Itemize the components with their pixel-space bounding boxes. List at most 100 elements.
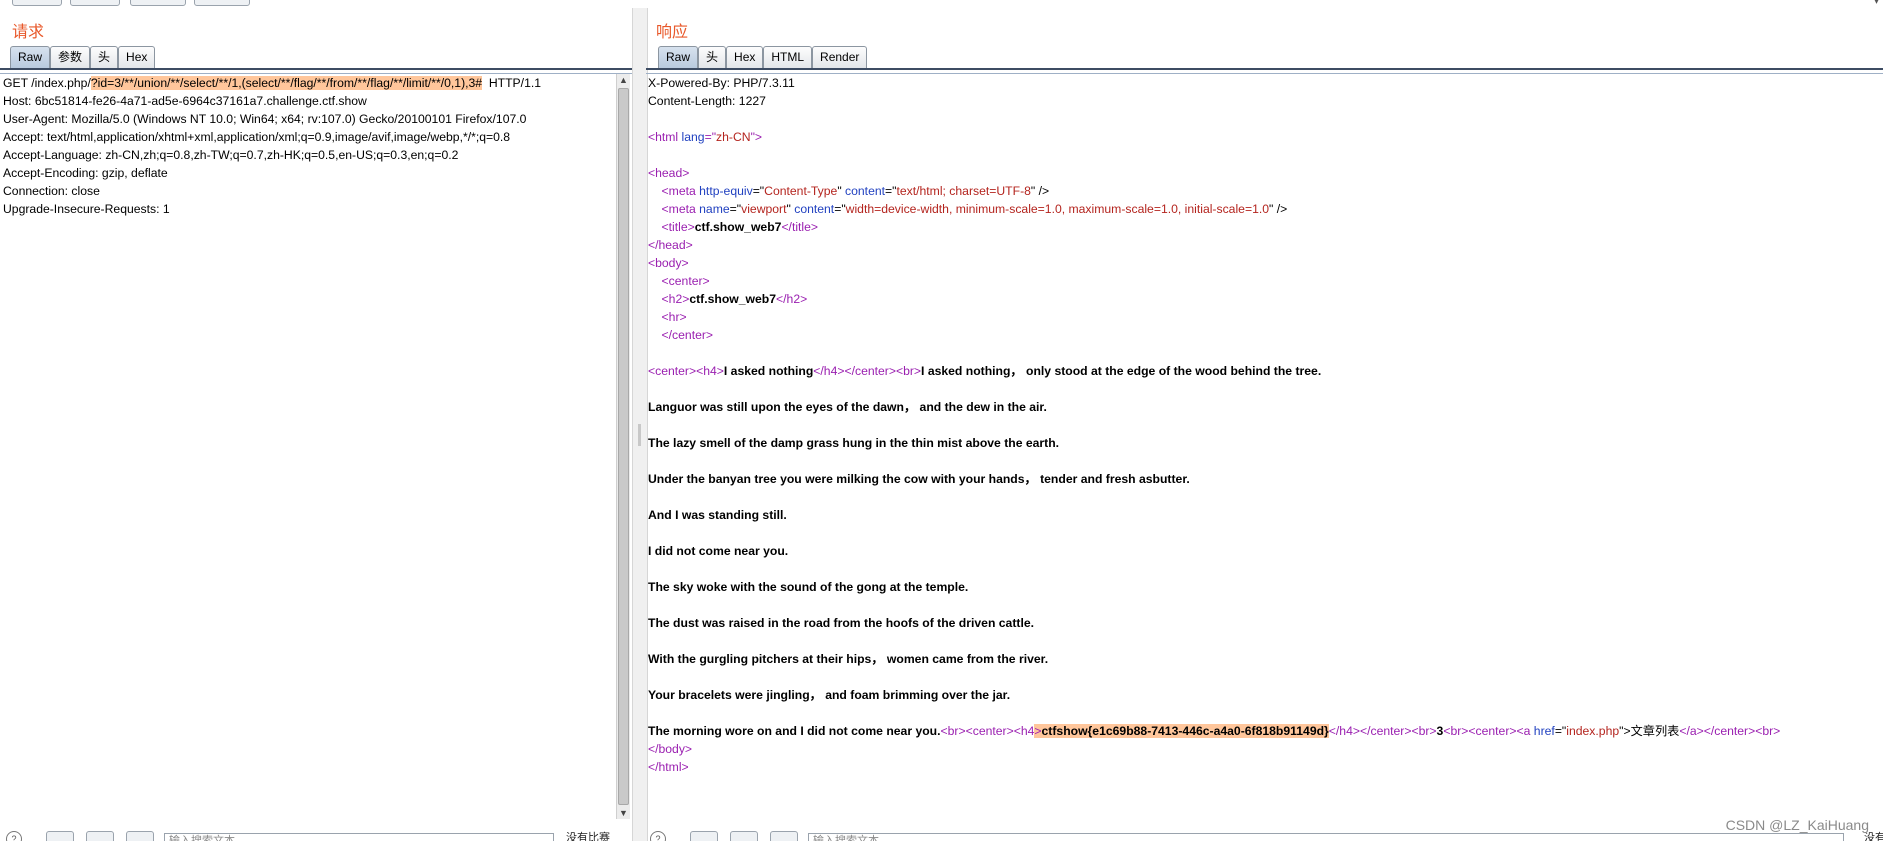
toolbar-button[interactable] <box>130 0 186 6</box>
line-segment: </h4></center><br> <box>1328 724 1437 738</box>
request-pane: 请求 Raw 参数头 Hex GET /index.php/?id=3/**/uni… <box>0 8 632 841</box>
toolbar-button[interactable] <box>70 0 120 6</box>
tab-response-0[interactable]: Raw <box>658 46 699 68</box>
line-segment: X-Powered-By: PHP/7.3.11 <box>648 76 795 90</box>
line-segment: I did not come near you. <box>648 544 789 558</box>
line-segment: And I was standing still. <box>648 508 787 522</box>
response-tabs: Raw 头 Hex HTML Render <box>658 46 868 68</box>
toolbar-button[interactable] <box>194 0 250 6</box>
response-line: Languor was still upon the eyes of the d… <box>648 398 1883 416</box>
tab-response-4[interactable]: Render <box>812 46 868 68</box>
line-segment <box>648 292 662 306</box>
search-options-button[interactable] <box>86 831 114 841</box>
line-segment: Connection: close <box>3 184 100 198</box>
help-icon[interactable]: ? <box>650 831 666 841</box>
line-segment <box>648 202 662 216</box>
line-segment: text/html; charset=UTF-8 <box>896 184 1031 198</box>
tab-request-3[interactable]: Hex <box>118 46 156 68</box>
line-segment: content <box>845 184 886 198</box>
tab-request-2[interactable]: 头 <box>90 46 119 68</box>
response-line <box>648 146 1883 164</box>
line-segment: </h4></center><br> <box>813 364 922 378</box>
response-line: Your bracelets were jingling， and foam b… <box>648 686 1883 704</box>
line-segment: </center> <box>661 328 714 342</box>
search-prev-button[interactable] <box>46 831 74 841</box>
tab-response-2[interactable]: Hex <box>726 46 764 68</box>
line-segment: </title> <box>781 220 819 234</box>
line-segment: <meta <box>661 202 700 216</box>
response-line <box>648 632 1883 650</box>
line-segment: Under the banyan tree you were milking t… <box>648 472 1190 486</box>
line-segment: The lazy smell of the damp grass hung in… <box>648 436 1060 450</box>
request-title: 请求 <box>12 24 45 41</box>
line-segment: Upgrade-Insecure-Requests: 1 <box>3 202 170 216</box>
search-next-button[interactable] <box>770 831 798 841</box>
response-title: 响应 <box>656 24 689 41</box>
line-segment: content <box>794 202 835 216</box>
tab-request-0[interactable]: Raw <box>10 46 51 68</box>
line-segment: <hr> <box>661 310 687 324</box>
line-segment: index.php <box>1566 724 1620 738</box>
line-segment: <head> <box>648 166 690 180</box>
scroll-up-icon[interactable]: ▲ <box>617 74 630 86</box>
line-segment: ctf.show_web7 <box>689 292 777 306</box>
response-line: The dust was raised in the road from the… <box>648 614 1883 632</box>
search-prev-button[interactable] <box>690 831 718 841</box>
line-segment: name <box>699 202 730 216</box>
tab-request-1[interactable]: 参数 <box>50 46 91 68</box>
help-icon[interactable]: ? <box>6 831 22 841</box>
line-segment: </head> <box>648 238 693 252</box>
line-segment: Host: 6bc51814-fe26-4a71-ad5e-6964c37161… <box>3 94 367 108</box>
splitter-grip[interactable] <box>638 424 641 446</box>
response-line <box>648 344 1883 362</box>
response-line: The sky woke with the sound of the gong … <box>648 578 1883 596</box>
request-vertical-scrollbar[interactable]: ▲ ▼ <box>616 74 630 819</box>
request-line: GET /index.php/?id=3/**/union/**/select/… <box>3 74 616 92</box>
line-segment: =" <box>729 202 742 216</box>
response-line: </body> <box>648 740 1883 758</box>
request-line: Connection: close <box>3 182 616 200</box>
request-editor[interactable]: GET /index.php/?id=3/**/union/**/select/… <box>0 74 616 819</box>
expand-icon[interactable]: ▾ <box>1874 0 1879 7</box>
tab-response-1[interactable]: 头 <box>698 46 727 68</box>
response-search-bar: ? 输入搜索文本 没有比赛 <box>646 827 1883 841</box>
scrollbar-thumb[interactable] <box>618 88 629 805</box>
response-line <box>648 596 1883 614</box>
scroll-down-icon[interactable]: ▼ <box>617 807 630 819</box>
line-segment: Accept: text/html,application/xhtml+xml,… <box>3 130 511 144</box>
line-segment <box>648 220 662 234</box>
response-line: <html lang="zh-CN"> <box>648 128 1883 146</box>
request-tabs: Raw 参数头 Hex <box>10 46 156 68</box>
line-segment: <meta <box>661 184 700 198</box>
response-line <box>648 704 1883 722</box>
request-line: Accept: text/html,application/xhtml+xml,… <box>3 128 616 146</box>
line-segment: zh-CN <box>716 130 751 144</box>
search-options-button[interactable] <box>730 831 758 841</box>
line-segment: " /> <box>1269 202 1288 216</box>
response-line: <meta name="viewport" content="width=dev… <box>648 200 1883 218</box>
line-segment: </a></center><br> <box>1679 724 1781 738</box>
line-segment: Your bracelets were jingling， and foam b… <box>648 688 1011 702</box>
search-input[interactable]: 输入搜索文本 <box>164 833 554 841</box>
response-line: <center><h4>I asked nothing</h4></center… <box>648 362 1883 380</box>
line-segment: <body> <box>648 256 689 270</box>
response-editor[interactable]: X-Powered-By: PHP/7.3.11 Content-Length: … <box>646 74 1883 819</box>
search-input[interactable]: 输入搜索文本 <box>808 833 1844 841</box>
line-segment: Accept-Language: zh-CN,zh;q=0.8,zh-TW;q=… <box>3 148 459 162</box>
line-segment: "> <box>750 130 763 144</box>
line-segment: Content-Type <box>764 184 838 198</box>
line-segment: =" <box>885 184 897 198</box>
response-line: </head> <box>648 236 1883 254</box>
toolbar-button[interactable] <box>12 0 62 6</box>
line-segment: HTTP/1.1 <box>482 76 542 90</box>
line-segment: =" <box>834 202 846 216</box>
line-segment <box>648 310 662 324</box>
line-segment: I asked nothing， only stood at the edge … <box>921 364 1322 378</box>
response-line <box>648 452 1883 470</box>
tab-response-3[interactable]: HTML <box>763 46 813 68</box>
response-line: I did not come near you. <box>648 542 1883 560</box>
line-segment: 文章列表 <box>1630 724 1680 738</box>
search-next-button[interactable] <box>126 831 154 841</box>
line-segment <box>648 274 662 288</box>
line-segment: viewport <box>741 202 787 216</box>
